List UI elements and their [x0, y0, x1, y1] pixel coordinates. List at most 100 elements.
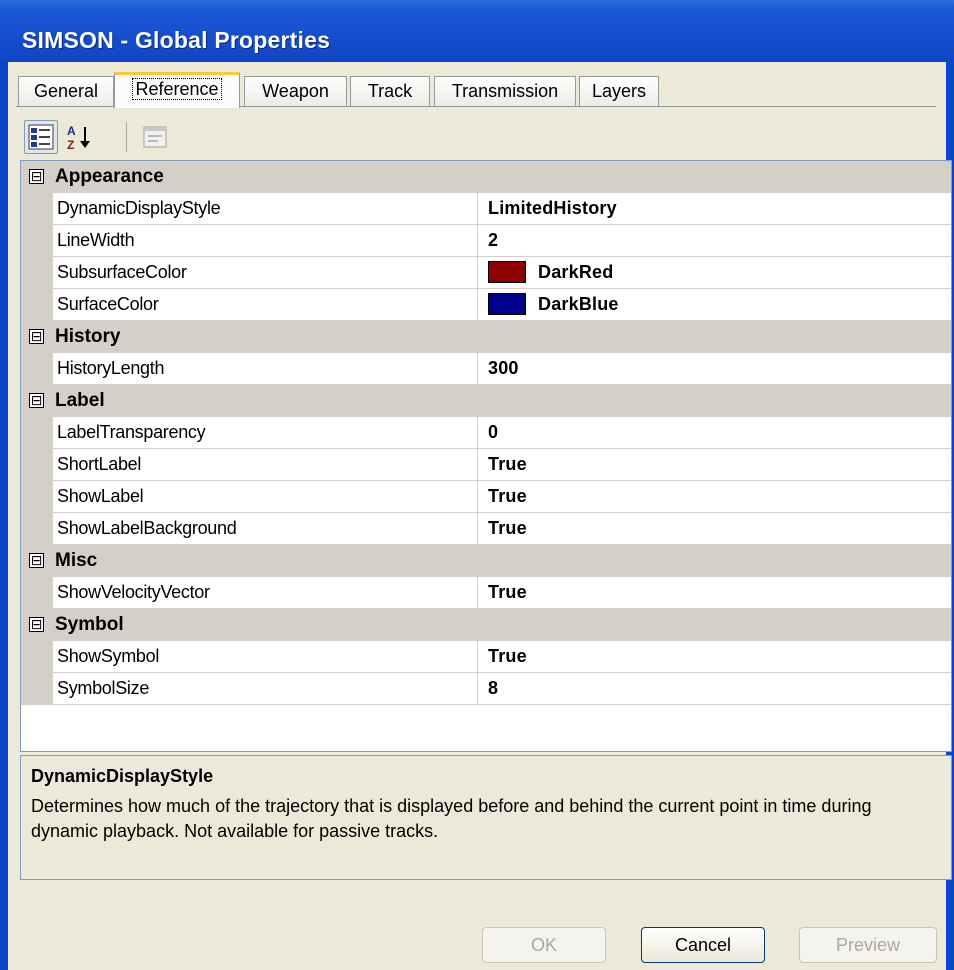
property-value[interactable]: LimitedHistory [478, 193, 951, 225]
svg-text:Z: Z [67, 138, 74, 151]
tab-label: General [33, 81, 99, 101]
property-name: ShowVelocityVector [53, 577, 478, 609]
property-row-showlabel[interactable]: ShowLabel True [21, 481, 951, 513]
category-label: Appearance [55, 166, 164, 187]
row-gutter [21, 641, 53, 673]
property-name: SymbolSize [53, 673, 478, 705]
row-gutter [21, 417, 53, 449]
property-row-showvelocityvector[interactable]: ShowVelocityVector True [21, 577, 951, 609]
property-value[interactable]: 8 [478, 673, 951, 705]
category-label: Misc [55, 550, 98, 571]
property-name: HistoryLength [53, 353, 478, 385]
color-swatch [488, 260, 526, 283]
property-grid[interactable]: ⊟ Appearance DynamicDisplayStyle Limited… [20, 160, 952, 752]
row-gutter [21, 353, 53, 385]
tab-layers[interactable]: Layers [579, 76, 659, 106]
tab-track[interactable]: Track [350, 76, 430, 106]
ok-button[interactable]: OK [482, 927, 606, 963]
alphabetical-button[interactable]: A Z [62, 120, 96, 154]
tab-transmission[interactable]: Transmission [434, 76, 576, 106]
description-text: Determines how much of the trajectory th… [31, 796, 872, 841]
category-label: Label [55, 390, 105, 411]
dialog-client-area: General Reference Weapon Track Transmiss… [8, 62, 952, 970]
row-gutter [21, 449, 53, 481]
cancel-button[interactable]: Cancel [641, 927, 765, 963]
property-name: LineWidth [53, 225, 478, 257]
tab-label: Layers [591, 81, 647, 101]
collapse-icon[interactable]: ⊟ [29, 553, 44, 568]
property-name: DynamicDisplayStyle [53, 193, 478, 225]
property-row-labeltransparency[interactable]: LabelTransparency 0 [21, 417, 951, 449]
property-value[interactable]: True [478, 481, 951, 513]
property-value[interactable]: 300 [478, 353, 951, 385]
row-gutter [21, 193, 53, 225]
collapse-icon[interactable]: ⊟ [29, 329, 44, 344]
category-label: History [55, 326, 121, 347]
property-value-text: DarkRed [538, 262, 614, 282]
tab-label: Transmission [451, 81, 559, 101]
tab-weapon[interactable]: Weapon [244, 76, 347, 106]
property-row-dynamicdisplaystyle[interactable]: DynamicDisplayStyle LimitedHistory [21, 193, 951, 225]
property-name: ShortLabel [53, 449, 478, 481]
property-row-subsurfacecolor[interactable]: SubsurfaceColor DarkRed [21, 257, 951, 289]
property-row-historylength[interactable]: HistoryLength 300 [21, 353, 951, 385]
description-pane: DynamicDisplayStyle Determines how much … [20, 755, 952, 880]
collapse-icon[interactable]: ⊟ [29, 393, 44, 408]
tab-label: Track [367, 81, 413, 101]
property-row-showlabelbackground[interactable]: ShowLabelBackground True [21, 513, 951, 545]
tab-strip: General Reference Weapon Track Transmiss… [16, 72, 936, 108]
property-value[interactable]: DarkRed [478, 257, 951, 289]
row-gutter [21, 513, 53, 545]
row-gutter [21, 257, 53, 289]
property-value[interactable]: True [478, 513, 951, 545]
property-value[interactable]: True [478, 449, 951, 481]
property-row-showsymbol[interactable]: ShowSymbol True [21, 641, 951, 673]
category-label: Symbol [55, 614, 124, 635]
property-row-surfacecolor[interactable]: SurfaceColor DarkBlue [21, 289, 951, 321]
collapse-icon[interactable]: ⊟ [29, 169, 44, 184]
property-value-text: DarkBlue [538, 294, 619, 314]
property-pages-button[interactable] [138, 120, 172, 154]
tab-label: Reference [132, 78, 222, 100]
category-symbol[interactable]: ⊟ Symbol [21, 609, 951, 641]
property-value[interactable]: 0 [478, 417, 951, 449]
property-value[interactable]: DarkBlue [478, 289, 951, 321]
row-gutter [21, 225, 53, 257]
categorized-icon [28, 124, 54, 150]
category-label-group[interactable]: ⊟ Label [21, 385, 951, 417]
categorized-button[interactable] [24, 120, 58, 154]
category-appearance[interactable]: ⊟ Appearance [21, 161, 951, 193]
property-name: ShowLabelBackground [53, 513, 478, 545]
alphabetical-sort-icon: A Z [67, 124, 90, 151]
tab-general[interactable]: General [18, 76, 114, 106]
collapse-icon[interactable]: ⊟ [29, 617, 44, 632]
tab-reference[interactable]: Reference [114, 72, 240, 108]
property-value[interactable]: True [478, 641, 951, 673]
property-value[interactable]: True [478, 577, 951, 609]
property-row-shortlabel[interactable]: ShortLabel True [21, 449, 951, 481]
category-history[interactable]: ⊟ History [21, 321, 951, 353]
property-name: ShowSymbol [53, 641, 478, 673]
property-name: SubsurfaceColor [53, 257, 478, 289]
tab-label: Weapon [262, 81, 329, 101]
property-row-linewidth[interactable]: LineWidth 2 [21, 225, 951, 257]
row-gutter [21, 673, 53, 705]
svg-text:A: A [67, 124, 76, 138]
description-title: DynamicDisplayStyle [31, 766, 214, 786]
property-name: SurfaceColor [53, 289, 478, 321]
row-gutter [21, 481, 53, 513]
property-name: LabelTransparency [53, 417, 478, 449]
toolbar-separator [126, 122, 127, 152]
property-grid-toolbar: A Z [20, 114, 940, 158]
row-gutter [21, 577, 53, 609]
property-pages-icon [143, 126, 167, 148]
preview-button[interactable]: Preview [799, 927, 937, 963]
window-title: SIMSON - Global Properties [22, 27, 331, 53]
property-value[interactable]: 2 [478, 225, 951, 257]
category-misc[interactable]: ⊟ Misc [21, 545, 951, 577]
property-name: ShowLabel [53, 481, 478, 513]
window-frame-left [0, 60, 8, 970]
property-row-symbolsize[interactable]: SymbolSize 8 [21, 673, 951, 705]
color-swatch [488, 292, 526, 315]
row-gutter [21, 289, 53, 321]
